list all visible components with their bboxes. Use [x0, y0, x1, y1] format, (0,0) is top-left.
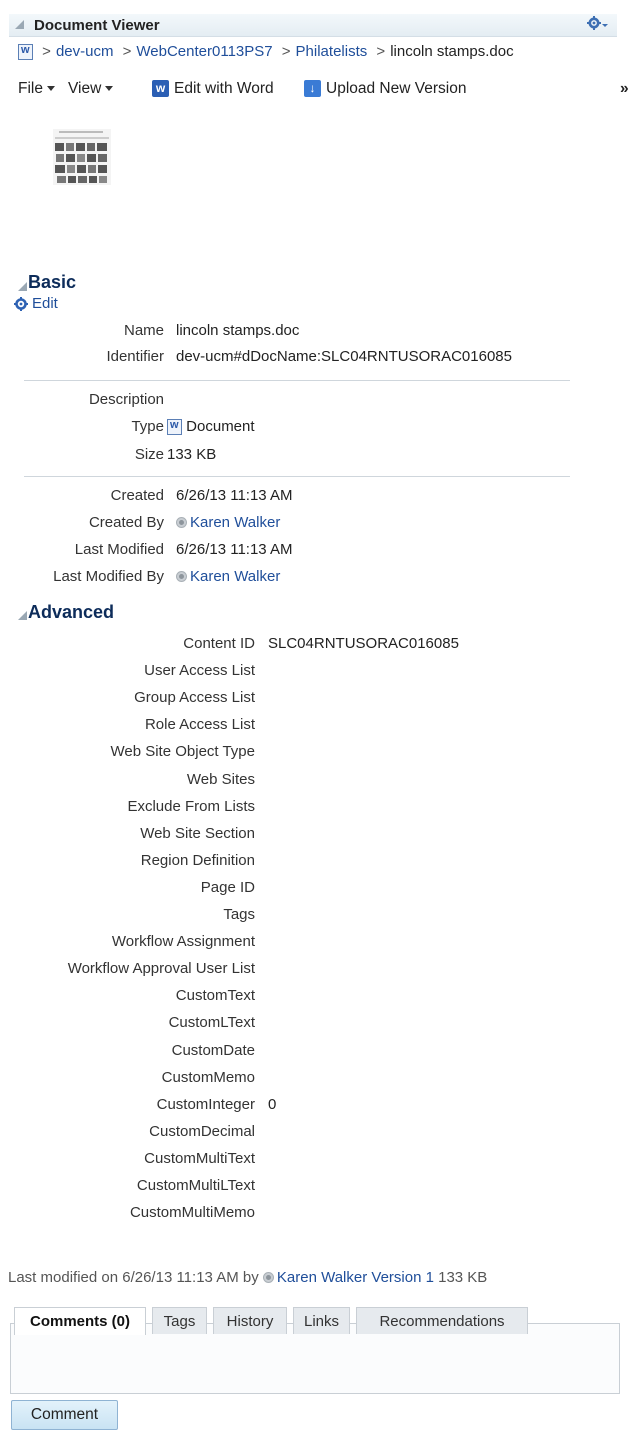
name-value: lincoln stamps.doc: [176, 322, 300, 339]
tab-history[interactable]: History: [213, 1307, 287, 1334]
word-document-icon: [18, 44, 33, 61]
name-label: Name: [123, 322, 164, 339]
advanced-field-label: CustomInteger: [156, 1096, 255, 1113]
advanced-field-label: Web Sites: [186, 771, 255, 788]
advanced-field-label: CustomMultiMemo: [129, 1204, 255, 1221]
breadcrumb-item-dev-ucm[interactable]: dev-ucm: [56, 43, 114, 60]
user-presence-icon: [262, 1272, 274, 1283]
advanced-field-label: User Access List: [144, 662, 255, 679]
panel-title: Document Viewer: [34, 17, 160, 34]
size-label: Size: [134, 446, 164, 463]
advanced-field-value: 0: [268, 1096, 277, 1113]
breadcrumb-current: lincoln stamps.doc: [390, 43, 514, 60]
edit-gear-icon: [12, 296, 32, 313]
advanced-section-heading: Advanced: [28, 602, 115, 622]
advanced-field-label: CustomText: [175, 987, 255, 1004]
last-modified-by-label: Last Modified By: [53, 568, 164, 585]
divider: [24, 380, 570, 381]
tab-tags[interactable]: Tags: [152, 1307, 207, 1334]
footer-user-link[interactable]: Karen Walker: [277, 1269, 367, 1286]
tab-recommendations[interactable]: Recommendations: [356, 1307, 528, 1334]
advanced-field-label: Web Site Object Type: [110, 743, 255, 760]
advanced-field-label: Content ID: [183, 635, 255, 652]
advanced-field-label: Group Access List: [134, 689, 255, 706]
collapse-triangle-icon[interactable]: [15, 20, 24, 29]
type-value: Document: [167, 418, 255, 436]
breadcrumb: >dev-ucm >WebCenter0113PS7 >Philatelists…: [18, 43, 514, 61]
document-thumbnail[interactable]: [53, 129, 111, 185]
advanced-field-label: Workflow Assignment: [111, 933, 255, 950]
gear-dropdown-icon[interactable]: [587, 15, 609, 33]
edit-button[interactable]: Edit: [12, 295, 58, 313]
upload-new-version-button[interactable]: ↓ Upload New Version: [304, 80, 466, 98]
last-modified-footer: Last modified on 6/26/13 11:13 AM by Kar…: [8, 1269, 488, 1286]
footer-version-link[interactable]: Version 1: [371, 1269, 434, 1286]
basic-section-heading: Basic: [28, 272, 77, 292]
tab-links[interactable]: Links: [293, 1307, 350, 1334]
created-by-label: Created By: [88, 514, 164, 531]
toolbar-overflow-button[interactable]: »: [620, 80, 629, 98]
user-presence-icon: [176, 571, 187, 582]
last-modified-label: Last Modified: [74, 541, 164, 558]
comment-button[interactable]: Comment: [11, 1400, 118, 1430]
word-document-icon: [167, 419, 182, 436]
identifier-label: Identifier: [106, 348, 164, 365]
advanced-field-label: CustomMemo: [161, 1069, 255, 1086]
collapse-triangle-icon[interactable]: [18, 282, 27, 291]
description-label: Description: [88, 391, 164, 408]
breadcrumb-item-philatelists[interactable]: Philatelists: [296, 43, 368, 60]
advanced-field-label: Region Definition: [140, 852, 255, 869]
advanced-field-label: Tags: [223, 906, 255, 923]
upload-icon: ↓: [304, 80, 321, 98]
edit-with-word-button[interactable]: w Edit with Word: [152, 80, 274, 98]
advanced-field-label: CustomMultiText: [144, 1150, 255, 1167]
breadcrumb-item-webcenter[interactable]: WebCenter0113PS7: [136, 43, 272, 60]
advanced-field-label: Exclude From Lists: [127, 798, 255, 815]
created-by-value[interactable]: Karen Walker: [176, 514, 280, 531]
collapse-triangle-icon[interactable]: [18, 611, 27, 620]
type-label: Type: [131, 418, 164, 435]
user-presence-icon: [176, 517, 187, 528]
panel-header: Document Viewer: [9, 14, 617, 37]
advanced-field-label: Web Site Section: [140, 825, 255, 842]
identifier-value: dev-ucm#dDocName:SLC04RNTUSORAC016085: [176, 348, 512, 365]
created-value: 6/26/13 11:13 AM: [176, 487, 293, 504]
last-modified-value: 6/26/13 11:13 AM: [176, 541, 293, 558]
advanced-field-label: CustomDate: [171, 1042, 255, 1059]
size-value: 133 KB: [167, 446, 217, 463]
chevron-down-icon: [46, 86, 55, 92]
advanced-field-label: Page ID: [200, 879, 255, 896]
advanced-field-label: CustomMultiLText: [136, 1177, 255, 1194]
last-modified-by-value[interactable]: Karen Walker: [176, 568, 280, 585]
advanced-field-label: Role Access List: [144, 716, 255, 733]
tab-comments[interactable]: Comments (0): [14, 1307, 146, 1335]
divider: [24, 476, 570, 477]
advanced-field-label: CustomLText: [168, 1014, 255, 1031]
advanced-field-value: SLC04RNTUSORAC016085: [268, 635, 459, 652]
chevron-down-icon: [105, 86, 114, 92]
created-label: Created: [110, 487, 164, 504]
edit-label: Edit: [32, 295, 58, 312]
advanced-field-label: Workflow Approval User List: [67, 960, 255, 977]
advanced-field-label: CustomDecimal: [149, 1123, 255, 1140]
word-icon: w: [152, 80, 169, 98]
view-menu[interactable]: View: [68, 80, 114, 98]
footer-size: 133 KB: [438, 1269, 488, 1286]
file-menu[interactable]: File: [18, 80, 55, 98]
